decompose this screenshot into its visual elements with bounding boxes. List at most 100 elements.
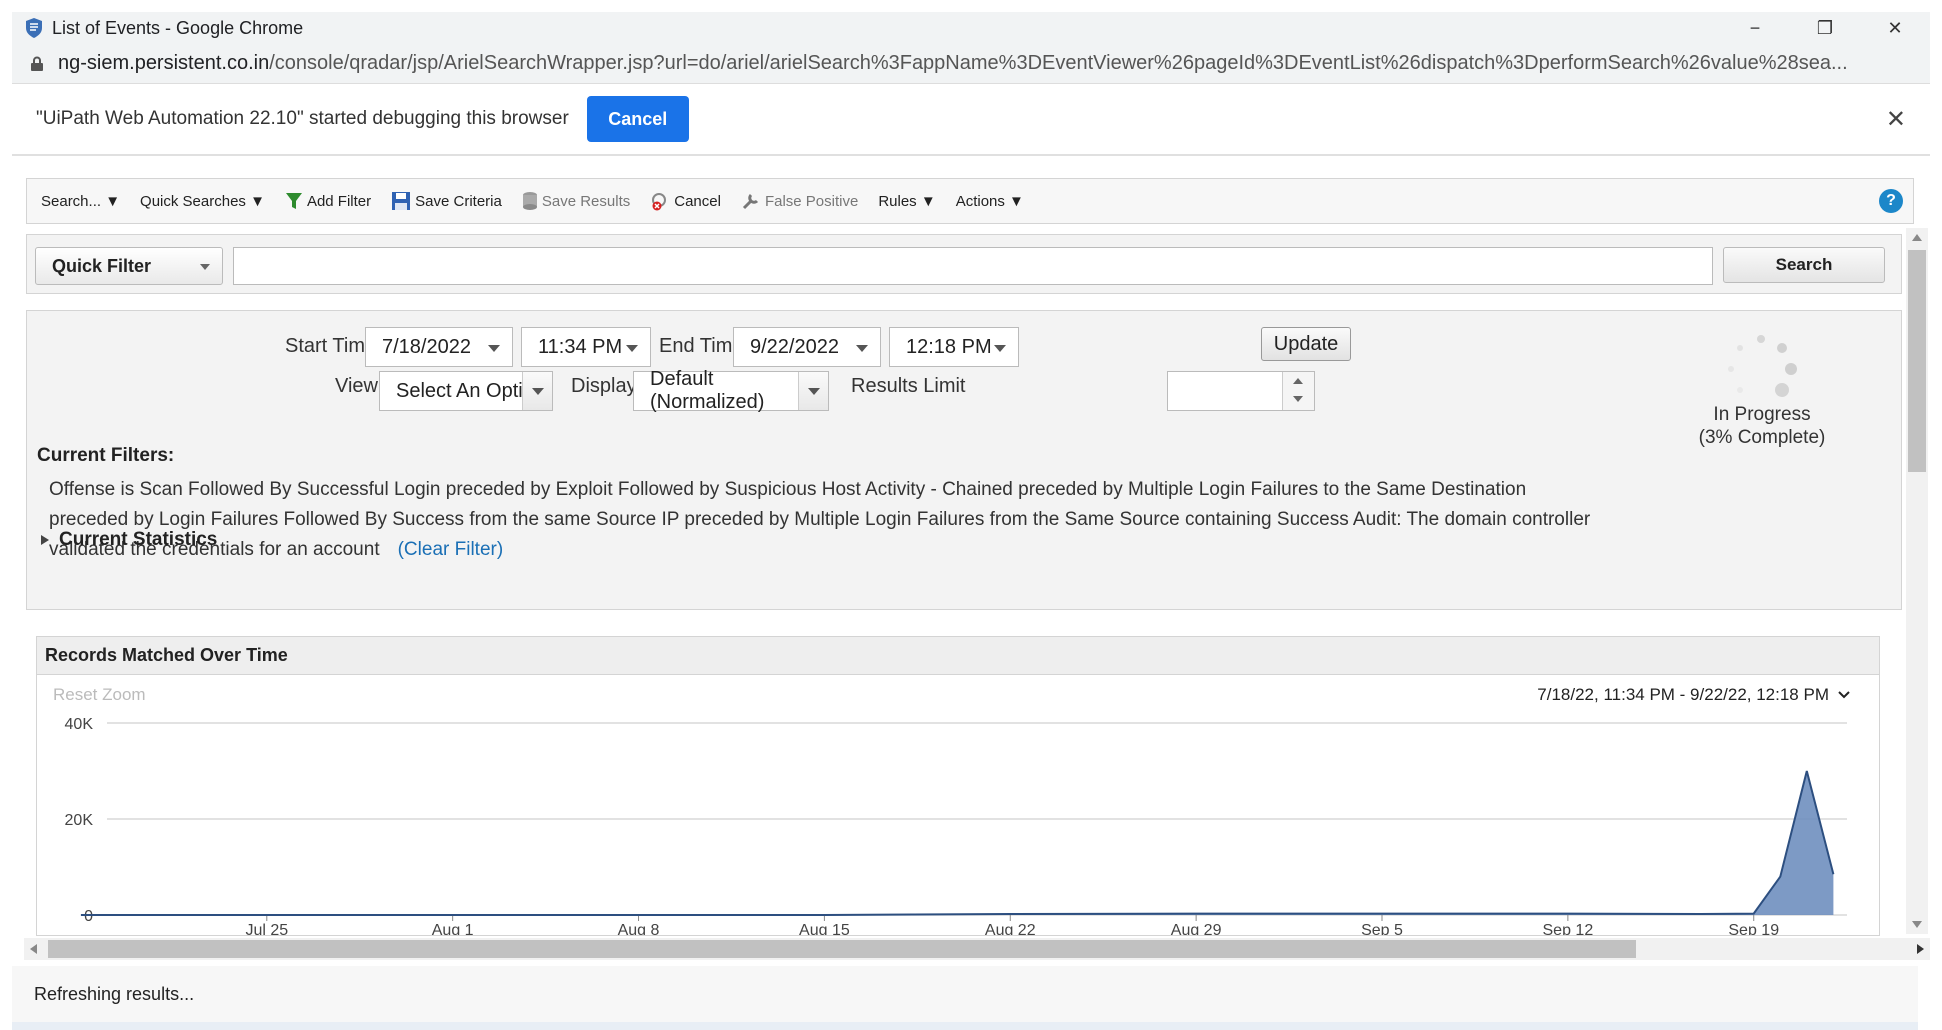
status-bar: Refreshing results... [12, 966, 1918, 1022]
save-results-button[interactable]: Save Results [522, 191, 630, 211]
records-over-time-chart[interactable]: 0 20K 40K Jul 25 Aug 1 Aug 8 Aug 15 Aug 22 Aug 2… [37, 675, 1880, 935]
database-icon [522, 192, 537, 210]
quick-filter-bar: Quick Filter Search [26, 234, 1902, 294]
x-tick-label: Aug 1 [432, 922, 474, 935]
actions-menu[interactable]: Actions ▼ [956, 193, 1024, 210]
browser-titlebar: List of Events - Google Chrome − ❐ ✕ [12, 12, 1930, 44]
spin-down-icon[interactable] [1293, 396, 1303, 402]
x-tick-label: Jul 25 [245, 922, 288, 935]
clear-filter-link[interactable]: (Clear Filter) [398, 539, 504, 560]
chevron-down-icon [798, 372, 828, 410]
results-limit-input[interactable] [1167, 371, 1315, 411]
start-time-select[interactable]: 11:34 PM [521, 327, 651, 367]
x-tick-label: Aug 22 [985, 922, 1036, 935]
y-tick-label: 20K [65, 812, 94, 829]
start-date-select[interactable]: 7/18/2022 [365, 327, 513, 367]
display-label: Display: [571, 375, 643, 397]
start-date-value: 7/18/2022 [382, 335, 471, 358]
infobar-close-icon[interactable]: ✕ [1886, 105, 1906, 134]
event-viewer-page: Search... ▼ Quick Searches ▼ Add Filter … [12, 158, 1930, 1030]
quick-filter-select[interactable]: Quick Filter [35, 247, 223, 285]
funnel-icon [285, 193, 302, 209]
current-filters-text: Offense is Scan Followed By Successful L… [49, 475, 1609, 565]
display-select[interactable]: Default (Normalized) [633, 368, 829, 413]
quick-filter-input[interactable] [233, 247, 1713, 285]
chevron-down-icon [626, 345, 638, 352]
progress-status: In Progress [1713, 404, 1811, 425]
search-menu[interactable]: Search... ▼ [41, 193, 120, 210]
start-time-value: 11:34 PM [538, 335, 623, 358]
cancel-search-label: Cancel [674, 192, 721, 210]
x-tick-label: Aug 29 [1171, 922, 1222, 935]
scroll-right-icon[interactable] [1917, 944, 1924, 954]
save-criteria-button[interactable]: Save Criteria [391, 191, 502, 211]
filter-description: Offense is Scan Followed By Successful L… [49, 479, 1591, 560]
chevron-down-icon [200, 264, 210, 270]
current-filters-title: Current Filters: [37, 445, 175, 466]
infobar-cancel-button[interactable]: Cancel [586, 96, 689, 142]
y-tick-label: 40K [65, 716, 94, 733]
progress-percent: (3% Complete) [1698, 427, 1826, 448]
x-tick-label: Sep 5 [1361, 922, 1403, 935]
end-time-label: End Time [659, 335, 744, 357]
false-positive-button[interactable]: False Positive [741, 191, 858, 211]
quick-searches-menu[interactable]: Quick Searches ▼ [140, 193, 265, 210]
horizontal-scrollbar[interactable] [24, 938, 1930, 960]
results-limit-spinner[interactable] [1282, 372, 1314, 410]
records-chart-panel: Records Matched Over Time Reset Zoom 7/1… [36, 636, 1880, 936]
wrench-icon [742, 193, 758, 210]
view-select[interactable]: Select An Option: [379, 371, 553, 411]
close-window-button[interactable]: ✕ [1860, 12, 1930, 44]
x-tick-label: Sep 19 [1728, 922, 1779, 935]
restore-button[interactable]: ❐ [1790, 12, 1860, 44]
chevron-down-icon [856, 345, 868, 352]
add-filter-label: Add Filter [306, 192, 372, 210]
url-text[interactable]: ng-siem.persistent.co.in/console/qradar/… [58, 52, 1908, 75]
search-toolbar: Search... ▼ Quick Searches ▼ Add Filter … [26, 178, 1914, 224]
end-date-select[interactable]: 9/22/2022 [733, 327, 881, 367]
scroll-down-icon[interactable] [1912, 921, 1922, 928]
x-tick-label: Aug 8 [618, 922, 660, 935]
update-button[interactable]: Update [1261, 327, 1351, 361]
vertical-scroll-thumb[interactable] [1908, 250, 1926, 472]
end-time-select[interactable]: 12:18 PM [889, 327, 1019, 367]
results-limit-label: Results Limit [851, 375, 966, 397]
current-statistics-label: Current Statistics [59, 529, 218, 550]
infobar-message: "UiPath Web Automation 22.10" started de… [36, 108, 569, 129]
window-title: List of Events - Google Chrome [52, 17, 304, 38]
chevron-down-icon [522, 372, 552, 410]
rules-menu[interactable]: Rules ▼ [878, 193, 935, 210]
cancel-search-icon [652, 193, 667, 211]
status-text: Refreshing results... [34, 983, 195, 1004]
debugging-infobar: "UiPath Web Automation 22.10" started de… [12, 84, 1930, 156]
scroll-up-icon[interactable] [1912, 234, 1922, 241]
spin-up-icon[interactable] [1293, 378, 1303, 384]
quick-filter-search-button[interactable]: Search [1723, 247, 1885, 283]
scroll-left-icon[interactable] [30, 944, 37, 954]
minimize-button[interactable]: − [1720, 12, 1790, 44]
x-tick-label: Aug 15 [799, 922, 850, 935]
search-criteria-panel: Start Time 7/18/2022 11:34 PM End Time 9… [26, 310, 1902, 610]
expand-triangle-icon [41, 535, 49, 545]
chart-panel-title: Records Matched Over Time [37, 637, 1879, 675]
current-statistics-toggle[interactable]: Current Statistics [41, 529, 217, 551]
end-time-value: 12:18 PM [906, 335, 992, 358]
chevron-down-icon [488, 345, 500, 352]
horizontal-scroll-thumb[interactable] [48, 940, 1636, 958]
cancel-search-button[interactable]: Cancel [650, 191, 721, 211]
false-positive-label: False Positive [764, 192, 859, 210]
url-path: /console/qradar/jsp/ArielSearchWrapper.j… [269, 52, 1848, 74]
save-results-label: Save Results [541, 192, 631, 210]
floppy-disk-icon [392, 192, 411, 210]
help-icon[interactable]: ? [1879, 189, 1903, 213]
vertical-scrollbar[interactable] [1906, 228, 1928, 934]
end-date-value: 9/22/2022 [750, 335, 839, 358]
add-filter-button[interactable]: Add Filter [285, 191, 371, 211]
url-host: ng-siem.persistent.co.in [58, 52, 270, 74]
lock-icon [31, 56, 43, 71]
bottom-strip [12, 1022, 1918, 1030]
start-time-label: Start Time [285, 335, 377, 357]
quick-filter-select-value: Quick Filter [52, 255, 152, 276]
chevron-down-icon [994, 345, 1006, 352]
address-bar[interactable]: ng-siem.persistent.co.in/console/qradar/… [12, 44, 1930, 84]
